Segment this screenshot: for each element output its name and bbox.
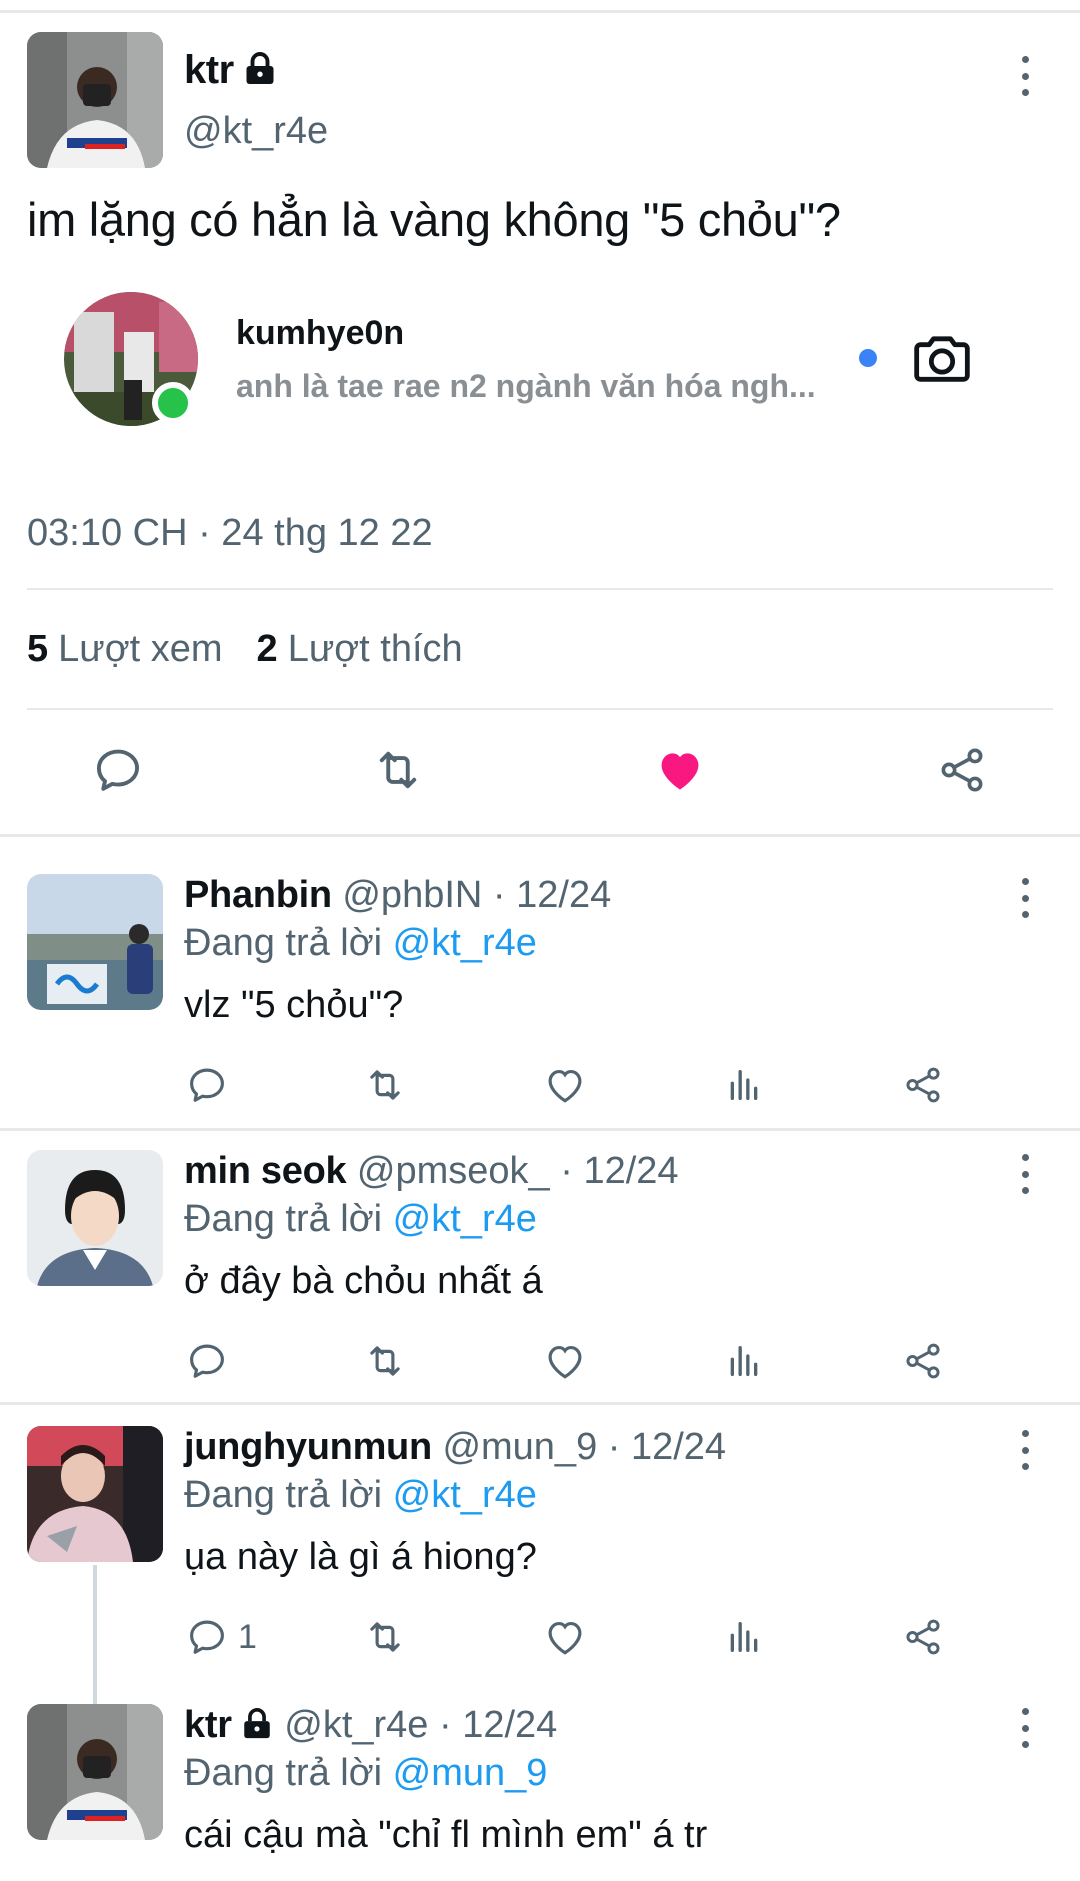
reply-text: cái cậu mà "chỉ fl mình em" á tr <box>184 1814 708 1856</box>
likes-stat[interactable]: 2 Lượt thích <box>257 628 463 670</box>
reply-icon[interactable] <box>92 744 144 801</box>
tweet-timestamp[interactable]: 03:10 CH · 24 thg 12 22 <box>27 512 433 555</box>
replying-to: Đang trả lời @kt_r4e <box>184 1198 537 1240</box>
views-chart-icon[interactable] <box>724 1064 764 1106</box>
views-stat[interactable]: 5 Lượt xem <box>27 628 223 670</box>
lock-icon <box>242 51 278 97</box>
dm-message-preview[interactable]: anh là tae rae n2 ngành văn hóa ngh... <box>236 368 816 405</box>
retweet-icon[interactable] <box>362 1064 408 1106</box>
share-icon[interactable] <box>902 1616 944 1658</box>
reply-header: ktr @kt_r4e · 12/24 <box>184 1704 557 1751</box>
lock-icon <box>240 1707 274 1751</box>
divider <box>0 1128 1080 1131</box>
like-icon[interactable] <box>544 1340 586 1382</box>
reply-author-name[interactable]: ktr <box>184 1704 232 1746</box>
like-icon[interactable] <box>544 1064 586 1106</box>
author-avatar[interactable] <box>27 32 163 168</box>
share-icon[interactable] <box>902 1340 944 1382</box>
camera-icon[interactable] <box>910 326 974 395</box>
tweet-text: im lặng có hẳn là vàng không "5 chỏu"? <box>27 193 841 246</box>
reply-date[interactable]: · 12/24 <box>439 1704 557 1746</box>
reply-icon[interactable] <box>186 1064 238 1106</box>
reply-author-name[interactable]: Phanbin <box>184 874 332 916</box>
views-chart-icon[interactable] <box>724 1616 764 1658</box>
more-options-icon[interactable] <box>1019 878 1031 918</box>
reply-header: Phanbin @phbIN · 12/24 <box>184 874 611 917</box>
mention-link[interactable]: @kt_r4e <box>393 1198 537 1240</box>
more-options-icon[interactable] <box>1019 1430 1031 1470</box>
reply-avatar[interactable] <box>27 874 163 1010</box>
reply-header: junghyunmun @mun_9 · 12/24 <box>184 1426 726 1469</box>
top-divider <box>0 10 1080 13</box>
author-name[interactable]: ktr <box>184 48 278 97</box>
replying-to: Đang trả lời @mun_9 <box>184 1752 548 1794</box>
replying-to: Đang trả lời @kt_r4e <box>184 922 537 964</box>
divider <box>0 1402 1080 1405</box>
more-options-icon[interactable] <box>1019 1154 1031 1194</box>
reply-avatar[interactable] <box>27 1426 163 1562</box>
reply-author-handle[interactable]: @phbIN <box>342 874 482 916</box>
reply-text: ụa này là gì á hiong? <box>184 1536 537 1578</box>
reply-date[interactable]: · 12/24 <box>608 1426 726 1468</box>
mention-link[interactable]: @kt_r4e <box>393 922 537 964</box>
tweet-stats: 5 Lượt xem 2 Lượt thích <box>27 628 463 671</box>
reply-author-name[interactable]: junghyunmun <box>184 1426 432 1468</box>
more-options-icon[interactable] <box>1019 1708 1031 1748</box>
divider <box>27 708 1053 710</box>
share-icon[interactable] <box>902 1064 944 1106</box>
thread-connector <box>93 1565 97 1705</box>
retweet-icon[interactable] <box>362 1340 408 1382</box>
views-chart-icon[interactable] <box>724 1340 764 1382</box>
unread-dot <box>859 349 877 367</box>
more-options-icon[interactable] <box>1019 56 1031 96</box>
reply-date[interactable]: · 12/24 <box>493 874 611 916</box>
reply-icon[interactable]: 1 <box>186 1616 257 1658</box>
retweet-icon[interactable] <box>370 744 426 801</box>
mention-link[interactable]: @kt_r4e <box>393 1474 537 1516</box>
author-handle[interactable]: @kt_r4e <box>184 110 328 153</box>
replying-to: Đang trả lời @kt_r4e <box>184 1474 537 1516</box>
reply-avatar[interactable] <box>27 1150 163 1286</box>
like-icon[interactable] <box>544 1616 586 1658</box>
reply-text: ở đây bà chỏu nhất á <box>184 1260 543 1302</box>
share-icon[interactable] <box>936 744 988 801</box>
reply-icon[interactable] <box>186 1340 238 1382</box>
divider <box>27 588 1053 590</box>
reply-count: 1 <box>238 1617 257 1656</box>
reply-author-handle[interactable]: @kt_r4e <box>284 1704 428 1746</box>
online-status-dot <box>152 382 194 424</box>
reply-header: min seok @pmseok_ · 12/24 <box>184 1150 679 1193</box>
dm-contact-name[interactable]: kumhye0n <box>236 314 404 353</box>
reply-date[interactable]: · 12/24 <box>560 1150 678 1192</box>
retweet-icon[interactable] <box>362 1616 408 1658</box>
like-icon-filled[interactable] <box>654 744 706 801</box>
reply-author-handle[interactable]: @pmseok_ <box>357 1150 550 1192</box>
mention-link[interactable]: @mun_9 <box>393 1752 548 1794</box>
reply-author-name[interactable]: min seok <box>184 1150 347 1192</box>
reply-text: vlz "5 chỏu"? <box>184 984 404 1026</box>
reply-author-handle[interactable]: @mun_9 <box>442 1426 597 1468</box>
divider <box>0 834 1080 837</box>
reply-avatar[interactable] <box>27 1704 163 1840</box>
